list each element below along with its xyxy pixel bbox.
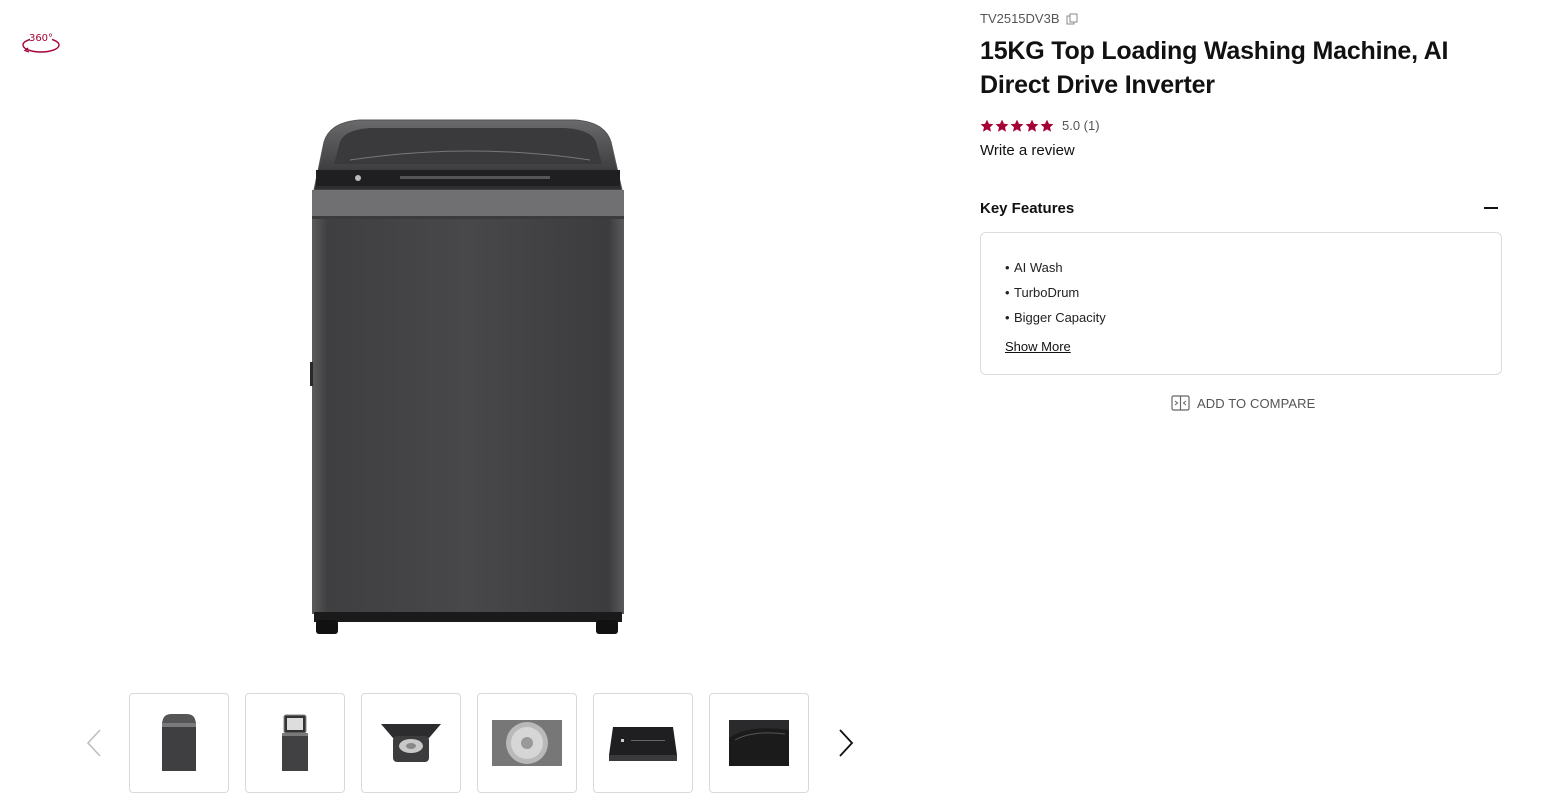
thumbnail-carousel [80,693,870,793]
360-view-icon[interactable]: 360° [20,28,62,58]
write-review-link[interactable]: Write a review [980,142,1075,159]
feature-label: Bigger Capacity [1014,310,1106,325]
chevron-left-icon [86,729,101,757]
rating-row[interactable]: 5.0 (1) [980,118,1100,133]
top-mini-icons [1446,0,1506,6]
key-features-box: • AI Wash • TurboDrum • Bigger Capacity Sho… [980,232,1502,375]
thumbnail-1[interactable] [129,693,229,793]
sku-code: TV2515DV3B [980,11,1060,26]
star-rating [980,119,1054,133]
star-icon [1010,119,1024,132]
compare-icon [1171,395,1190,411]
list-item: • AI Wash [1005,259,1106,284]
star-icon [995,119,1009,132]
add-to-compare-label: ADD TO COMPARE [1197,395,1316,411]
copy-icon[interactable] [1066,13,1078,25]
key-features-toggle[interactable]: Key Features [980,198,1502,218]
thumbnail-3[interactable] [361,693,461,793]
sku-row: TV2515DV3B [980,11,1078,26]
key-features-title: Key Features [980,199,1075,217]
list-item: • TurboDrum [1005,284,1106,309]
thumbnail-4[interactable] [477,693,577,793]
star-icon [1025,119,1039,132]
carousel-prev-button[interactable] [80,723,108,763]
360-label: 360° [29,33,53,44]
feature-label: AI Wash [1014,260,1063,275]
carousel-next-button[interactable] [832,723,860,763]
star-icon [980,119,994,132]
rating-score: 5.0 (1) [1062,118,1100,133]
key-features-list: • AI Wash • TurboDrum • Bigger Capacity [1005,259,1106,334]
thumbnail-5[interactable] [593,693,693,793]
thumbnail-2[interactable] [245,693,345,793]
show-more-link[interactable]: Show More [1005,339,1071,354]
chevron-right-icon [839,729,854,757]
feature-label: TurboDrum [1014,285,1080,300]
star-icon [1040,119,1054,132]
add-to-compare-button[interactable]: ADD TO COMPARE [1171,395,1315,411]
main-product-image [300,112,635,642]
collapse-minus-icon [1484,207,1498,209]
product-title: 15KG Top Loading Washing Machine, AI Dir… [980,37,1449,99]
list-item: • Bigger Capacity [1005,309,1106,334]
thumbnail-6[interactable] [709,693,809,793]
